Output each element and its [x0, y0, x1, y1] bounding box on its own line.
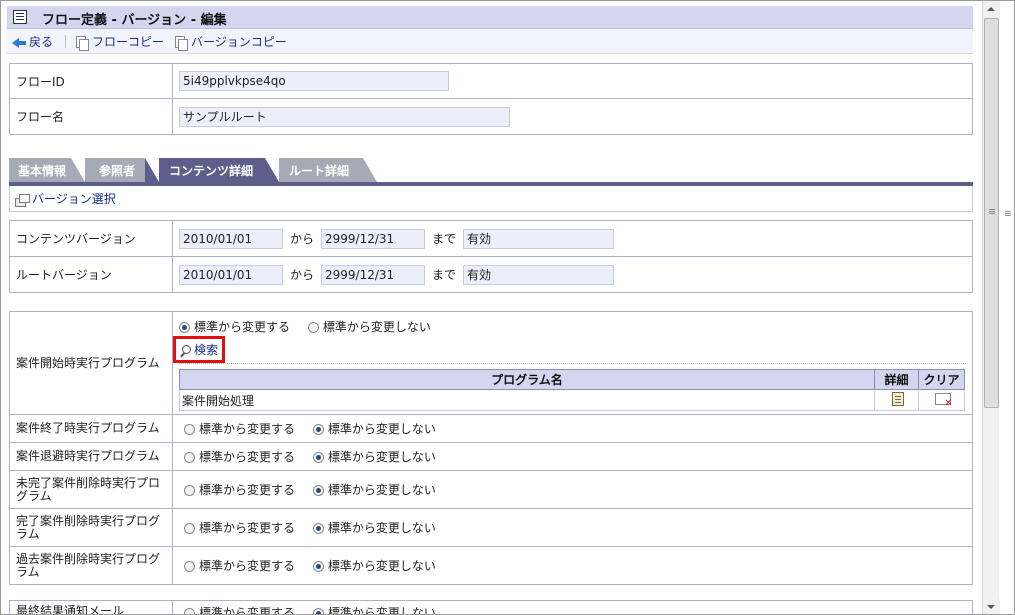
content-version-label: コンテンツバージョン [9, 220, 173, 257]
flow-name-label: フロー名 [9, 98, 173, 135]
program-label: 案件退避時実行プログラム [9, 442, 173, 471]
toolbar: 戻る フローコピー バージョンコピー [7, 29, 973, 54]
version-table: コンテンツバージョン 2010/01/01 から 2999/12/31 まで 有効 ルー… [9, 220, 973, 293]
route-version-status: 有効 [463, 264, 615, 285]
scroll-up-icon[interactable] [983, 1, 1000, 18]
program-label: 過去案件削除時実行プログラム [9, 546, 173, 585]
radio-change[interactable] [184, 561, 195, 572]
radio-change-selected[interactable] [179, 322, 190, 333]
detail-header: 詳細 [874, 369, 919, 390]
clear-icon[interactable] [934, 392, 953, 409]
content-version-status: 有効 [463, 228, 615, 249]
flow-id-label: フローID [9, 63, 173, 99]
scroll-down-icon[interactable] [983, 599, 1000, 614]
version-select-link[interactable]: バージョン選択 [15, 190, 116, 207]
document-icon [13, 10, 27, 24]
version-copy-button[interactable]: バージョンコピー [175, 33, 287, 51]
tab-content-details[interactable]: コンテンツ詳細 [159, 158, 265, 182]
toolbar-separator [65, 35, 66, 48]
radio-change[interactable] [184, 523, 195, 534]
copy-icon [76, 36, 89, 51]
search-button[interactable]: 検索 [173, 336, 226, 363]
detail-icon[interactable] [891, 391, 904, 406]
radio-nochange[interactable] [307, 322, 319, 333]
flow-name-field: サンプルルート [179, 106, 510, 127]
window: フロー定義 - バージョン - 編集 戻る フローコピー バージョンコピー フロ… [0, 0, 1015, 615]
route-version-end: 2999/12/31 [321, 264, 426, 285]
vertical-scrollbar[interactable] [982, 1, 1000, 614]
radio-nochange-selected[interactable] [312, 523, 324, 534]
grip-icon [1005, 211, 1011, 212]
page-title: フロー定義 - バージョン - 編集 [42, 13, 227, 28]
program-label: 未完了案件削除時実行プログラム [9, 470, 173, 509]
program-settings-table: 案件開始時実行プログラム 標準から変更する 標準から変更しない 検索 プログラム… [9, 311, 973, 585]
program-label: 最終結果通知メール [9, 600, 173, 614]
tab-basic-info[interactable]: 基本情報 [9, 158, 71, 182]
flow-info-table: フローID 5i49pplvkpse4qo フロー名 サンプルルート [9, 63, 973, 135]
tab-bar: 基本情報 参照者 コンテンツ詳細 ルート詳細 [9, 158, 973, 182]
tab-route-details[interactable]: ルート詳細 [279, 158, 363, 182]
program-name-cell: 案件開始処理 [179, 389, 875, 411]
content-version-start: 2010/01/01 [179, 228, 283, 249]
radio-nochange-selected[interactable] [312, 452, 324, 463]
radio-change[interactable] [184, 424, 195, 435]
radio-nochange-selected[interactable] [312, 485, 324, 496]
program-list-table: プログラム名 詳細 クリア 案件開始処理 [179, 369, 965, 411]
clear-header: クリア [918, 369, 965, 390]
radio-nochange-selected[interactable] [312, 608, 324, 614]
mail-settings-table: 最終結果通知メール 標準から変更する 標準から変更しない [9, 600, 973, 614]
flow-copy-button[interactable]: フローコピー [76, 33, 164, 51]
program-label: 案件終了時実行プログラム [9, 414, 173, 443]
table-row: 案件開始処理 [179, 389, 965, 411]
radio-change[interactable] [184, 608, 195, 614]
radio-nochange-selected[interactable] [312, 424, 324, 435]
program-label: 案件開始時実行プログラム [9, 311, 173, 415]
version-select-bar: バージョン選択 [9, 186, 973, 212]
flow-id-field: 5i49pplvkpse4qo [179, 71, 449, 91]
program-name-header: プログラム名 [179, 369, 875, 390]
route-version-label: ルートバージョン [9, 256, 173, 293]
scroll-thumb[interactable] [984, 18, 999, 408]
radio-change[interactable] [184, 452, 195, 463]
splitter-pane[interactable] [1000, 1, 1014, 614]
title-bar: フロー定義 - バージョン - 編集 [7, 6, 973, 29]
copy-icon [175, 36, 188, 51]
back-button[interactable]: 戻る [12, 33, 53, 50]
tab-viewers[interactable]: 参照者 [85, 158, 145, 182]
radio-nochange-selected[interactable] [312, 561, 324, 572]
magnifier-icon [180, 344, 192, 357]
back-arrow-icon [12, 37, 26, 48]
program-label: 完了案件削除時実行プログラム [9, 508, 173, 547]
radio-change[interactable] [184, 485, 195, 496]
versions-icon [15, 193, 30, 207]
route-version-start: 2010/01/01 [179, 264, 283, 285]
content-version-end: 2999/12/31 [321, 228, 426, 249]
